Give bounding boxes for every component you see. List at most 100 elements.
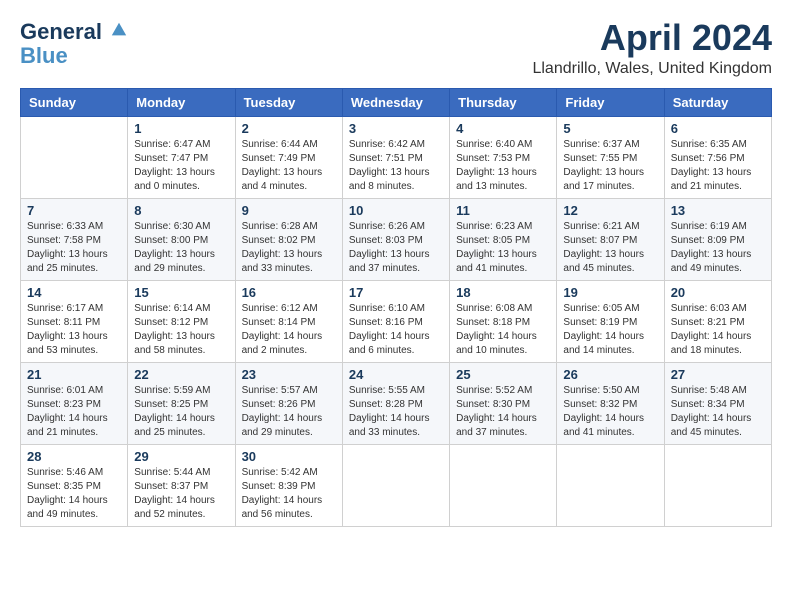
day-number: 9 xyxy=(242,203,336,218)
calendar-cell: 21Sunrise: 6:01 AMSunset: 8:23 PMDayligh… xyxy=(21,363,128,445)
day-number: 27 xyxy=(671,367,765,382)
day-number: 4 xyxy=(456,121,550,136)
calendar-cell: 3Sunrise: 6:42 AMSunset: 7:51 PMDaylight… xyxy=(342,117,449,199)
day-info: Sunrise: 6:21 AMSunset: 8:07 PMDaylight:… xyxy=(563,220,657,276)
calendar-cell: 14Sunrise: 6:17 AMSunset: 8:11 PMDayligh… xyxy=(21,281,128,363)
header-thursday: Thursday xyxy=(450,89,557,117)
logo: GeneralGeneral Blue xyxy=(20,20,128,68)
day-number: 3 xyxy=(349,121,443,136)
week-row-1: 1Sunrise: 6:47 AMSunset: 7:47 PMDaylight… xyxy=(21,117,772,199)
calendar-cell: 28 Sunrise: 5:46 AMSunset: 8:35 PMDayligh… xyxy=(21,445,128,527)
calendar-cell: 2 Sunrise: 6:44 AMSunset: 7:49 PMDaylight… xyxy=(235,117,342,199)
header-sunday: Sunday xyxy=(21,89,128,117)
calendar-cell: 20Sunrise: 6:03 AMSunset: 8:21 PMDayligh… xyxy=(664,281,771,363)
day-info: Sunrise: 6:37 AMSunset: 7:55 PMDaylight:… xyxy=(563,138,657,194)
day-info: Sunrise: 5:59 AMSunset: 8:25 PMDaylight:… xyxy=(134,384,228,440)
day-info: Sunrise: 5:44 AMSunset: 8:37 PMDaylight:… xyxy=(134,466,228,522)
day-number: 17 xyxy=(349,285,443,300)
day-info: Sunrise: 6:35 AMSunset: 7:56 PMDaylight:… xyxy=(671,138,765,194)
day-number: 12 xyxy=(563,203,657,218)
day-number: 18 xyxy=(456,285,550,300)
day-info: Sunrise: 5:42 AMSunset: 8:39 PMDaylight:… xyxy=(242,466,336,522)
calendar-cell: 16 Sunrise: 6:12 AMSunset: 8:14 PMDayligh… xyxy=(235,281,342,363)
calendar-cell: 29 Sunrise: 5:44 AMSunset: 8:37 PMDayligh… xyxy=(128,445,235,527)
day-info: Sunrise: 5:52 AMSunset: 8:30 PMDaylight:… xyxy=(456,384,550,440)
day-number: 21 xyxy=(27,367,121,382)
calendar-cell: 19 Sunrise: 6:05 AMSunset: 8:19 PMDayligh… xyxy=(557,281,664,363)
day-number: 25 xyxy=(456,367,550,382)
week-row-5: 28 Sunrise: 5:46 AMSunset: 8:35 PMDayligh… xyxy=(21,445,772,527)
day-number: 16 xyxy=(242,285,336,300)
day-number: 30 xyxy=(242,449,336,464)
calendar-cell xyxy=(664,445,771,527)
week-row-4: 21Sunrise: 6:01 AMSunset: 8:23 PMDayligh… xyxy=(21,363,772,445)
calendar-cell: 23 Sunrise: 5:57 AMSunset: 8:26 PMDayligh… xyxy=(235,363,342,445)
day-number: 28 xyxy=(27,449,121,464)
calendar-cell: 5 Sunrise: 6:37 AMSunset: 7:55 PMDaylight… xyxy=(557,117,664,199)
day-info: Sunrise: 6:23 AMSunset: 8:05 PMDaylight:… xyxy=(456,220,550,276)
day-info: Sunrise: 5:57 AMSunset: 8:26 PMDaylight:… xyxy=(242,384,336,440)
calendar-cell: 22 Sunrise: 5:59 AMSunset: 8:25 PMDayligh… xyxy=(128,363,235,445)
day-info: Sunrise: 6:05 AMSunset: 8:19 PMDaylight:… xyxy=(563,302,657,358)
day-info: Sunrise: 6:14 AMSunset: 8:12 PMDaylight:… xyxy=(134,302,228,358)
day-info: Sunrise: 6:26 AMSunset: 8:03 PMDaylight:… xyxy=(349,220,443,276)
calendar-cell: 8Sunrise: 6:30 AMSunset: 8:00 PMDaylight… xyxy=(128,199,235,281)
day-info: Sunrise: 6:17 AMSunset: 8:11 PMDaylight:… xyxy=(27,302,121,358)
day-number: 8 xyxy=(134,203,228,218)
calendar-cell: 18 Sunrise: 6:08 AMSunset: 8:18 PMDayligh… xyxy=(450,281,557,363)
week-row-2: 7Sunrise: 6:33 AMSunset: 7:58 PMDaylight… xyxy=(21,199,772,281)
location-title: Llandrillo, Wales, United Kingdom xyxy=(532,60,772,78)
calendar-cell xyxy=(450,445,557,527)
calendar-cell: 26 Sunrise: 5:50 AMSunset: 8:32 PMDayligh… xyxy=(557,363,664,445)
logo-text: GeneralGeneral xyxy=(20,20,128,44)
calendar-cell: 12 Sunrise: 6:21 AMSunset: 8:07 PMDayligh… xyxy=(557,199,664,281)
calendar-table: SundayMondayTuesdayWednesdayThursdayFrid… xyxy=(20,88,772,527)
day-number: 19 xyxy=(563,285,657,300)
calendar-cell: 1Sunrise: 6:47 AMSunset: 7:47 PMDaylight… xyxy=(128,117,235,199)
calendar-cell: 10 Sunrise: 6:26 AMSunset: 8:03 PMDayligh… xyxy=(342,199,449,281)
calendar-cell: 13 Sunrise: 6:19 AMSunset: 8:09 PMDayligh… xyxy=(664,199,771,281)
day-number: 29 xyxy=(134,449,228,464)
week-row-3: 14Sunrise: 6:17 AMSunset: 8:11 PMDayligh… xyxy=(21,281,772,363)
calendar-cell: 30 Sunrise: 5:42 AMSunset: 8:39 PMDayligh… xyxy=(235,445,342,527)
calendar-cell: 11 Sunrise: 6:23 AMSunset: 8:05 PMDayligh… xyxy=(450,199,557,281)
day-info: Sunrise: 6:10 AMSunset: 8:16 PMDaylight:… xyxy=(349,302,443,358)
calendar-cell: 15Sunrise: 6:14 AMSunset: 8:12 PMDayligh… xyxy=(128,281,235,363)
day-info: Sunrise: 5:48 AMSunset: 8:34 PMDaylight:… xyxy=(671,384,765,440)
logo-icon xyxy=(110,21,128,39)
day-info: Sunrise: 5:46 AMSunset: 8:35 PMDaylight:… xyxy=(27,466,121,522)
title-section: April 2024 Llandrillo, Wales, United Kin… xyxy=(532,20,772,78)
day-info: Sunrise: 5:50 AMSunset: 8:32 PMDaylight:… xyxy=(563,384,657,440)
day-number: 22 xyxy=(134,367,228,382)
page-header: GeneralGeneral Blue April 2024 Llandrill… xyxy=(20,20,772,78)
day-number: 11 xyxy=(456,203,550,218)
day-number: 13 xyxy=(671,203,765,218)
header-monday: Monday xyxy=(128,89,235,117)
calendar-cell: 27 Sunrise: 5:48 AMSunset: 8:34 PMDayligh… xyxy=(664,363,771,445)
header-row: SundayMondayTuesdayWednesdayThursdayFrid… xyxy=(21,89,772,117)
day-number: 2 xyxy=(242,121,336,136)
day-number: 6 xyxy=(671,121,765,136)
header-tuesday: Tuesday xyxy=(235,89,342,117)
day-info: Sunrise: 6:12 AMSunset: 8:14 PMDaylight:… xyxy=(242,302,336,358)
calendar-cell xyxy=(21,117,128,199)
header-wednesday: Wednesday xyxy=(342,89,449,117)
day-info: Sunrise: 6:19 AMSunset: 8:09 PMDaylight:… xyxy=(671,220,765,276)
day-number: 24 xyxy=(349,367,443,382)
day-number: 23 xyxy=(242,367,336,382)
day-info: Sunrise: 6:44 AMSunset: 7:49 PMDaylight:… xyxy=(242,138,336,194)
calendar-cell xyxy=(342,445,449,527)
day-number: 26 xyxy=(563,367,657,382)
day-info: Sunrise: 6:08 AMSunset: 8:18 PMDaylight:… xyxy=(456,302,550,358)
day-number: 10 xyxy=(349,203,443,218)
month-title: April 2024 xyxy=(532,20,772,56)
calendar-cell: 25 Sunrise: 5:52 AMSunset: 8:30 PMDayligh… xyxy=(450,363,557,445)
calendar-cell: 17 Sunrise: 6:10 AMSunset: 8:16 PMDayligh… xyxy=(342,281,449,363)
day-info: Sunrise: 6:03 AMSunset: 8:21 PMDaylight:… xyxy=(671,302,765,358)
logo-blue-text: Blue xyxy=(20,44,128,68)
calendar-cell: 9Sunrise: 6:28 AMSunset: 8:02 PMDaylight… xyxy=(235,199,342,281)
day-info: Sunrise: 6:33 AMSunset: 7:58 PMDaylight:… xyxy=(27,220,121,276)
calendar-cell xyxy=(557,445,664,527)
calendar-cell: 24Sunrise: 5:55 AMSunset: 8:28 PMDayligh… xyxy=(342,363,449,445)
day-number: 5 xyxy=(563,121,657,136)
